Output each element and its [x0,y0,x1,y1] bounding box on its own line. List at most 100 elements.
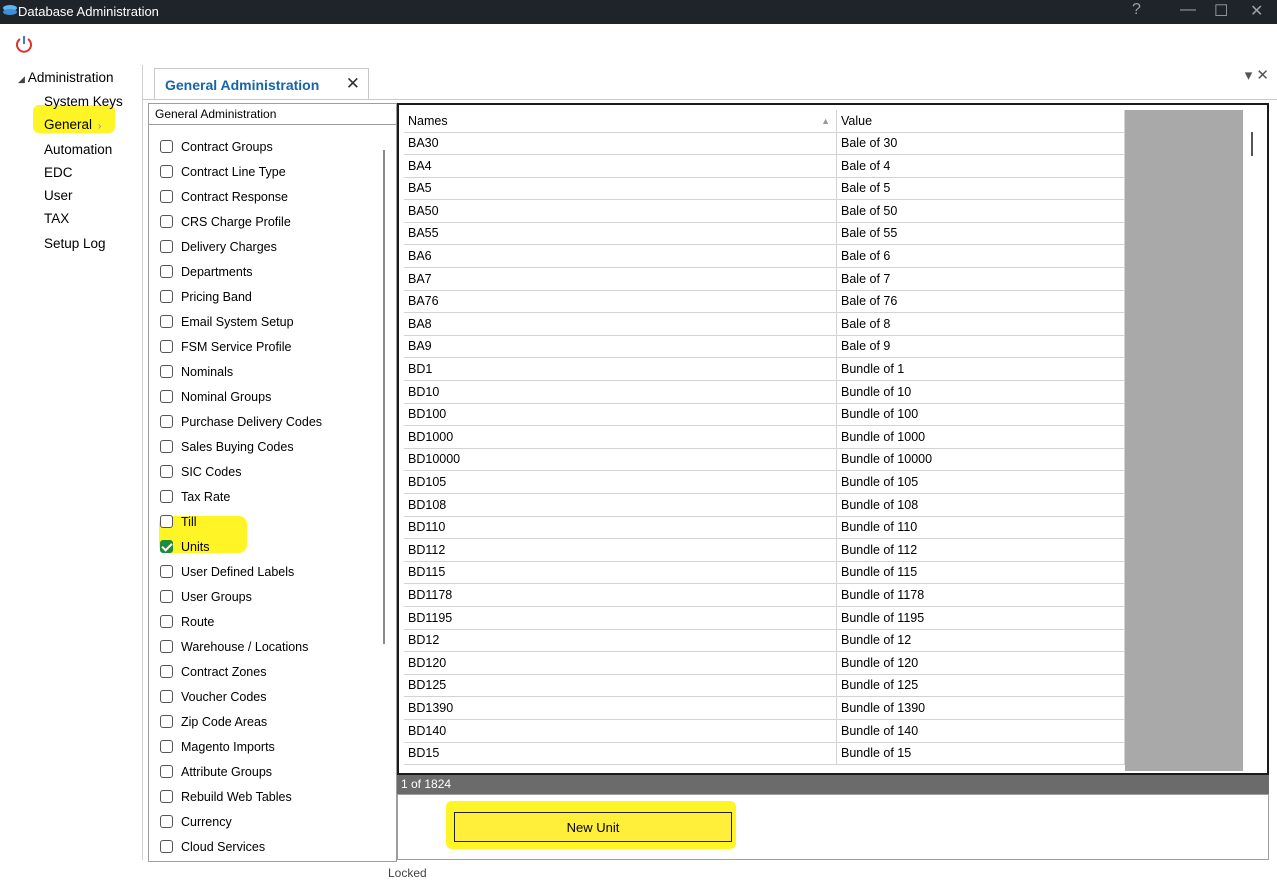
list-item[interactable]: Delivery Charges [160,234,380,259]
checkbox[interactable] [160,165,173,178]
list-item[interactable]: Purchase Delivery Codes [160,409,380,434]
new-unit-button[interactable]: New Unit [454,812,732,842]
checkbox[interactable] [160,665,173,678]
list-item[interactable]: CRS Charge Profile [160,209,380,234]
checkbox[interactable] [160,265,173,278]
list-item[interactable]: Zip Code Areas [160,709,380,734]
list-item[interactable]: Rebuild Web Tables [160,784,380,809]
checkbox[interactable] [160,290,173,303]
list-item[interactable]: Sales Buying Codes [160,434,380,459]
checkbox[interactable] [160,490,173,503]
list-item[interactable]: Contract Zones [160,659,380,684]
checkbox[interactable] [160,415,173,428]
nav-item-general[interactable]: General › [44,114,101,136]
list-item[interactable]: Pricing Band [160,284,380,309]
table-row[interactable]: BA9 Bale of 9 [404,335,1125,359]
list-item[interactable]: Magento Imports [160,734,380,759]
table-row[interactable]: BD1390 Bundle of 1390 [404,697,1125,720]
list-item[interactable]: Cloud Services [160,834,380,859]
table-row[interactable]: BD100 Bundle of 100 [404,403,1125,427]
checkbox[interactable] [160,515,173,528]
table-row[interactable]: BD120 Bundle of 120 [404,651,1125,675]
list-item[interactable]: FSM Service Profile [160,334,380,359]
help-button[interactable]: ? [1132,1,1141,19]
checkbox[interactable] [160,340,173,353]
table-row[interactable]: BA8 Bale of 8 [404,312,1125,336]
nav-item-user[interactable]: User [44,185,73,207]
checkbox[interactable] [160,765,173,778]
checkbox[interactable] [160,815,173,828]
list-item[interactable]: Till [160,509,380,534]
list-item[interactable]: Nominal Groups [160,384,380,409]
checkbox[interactable] [160,540,173,553]
minimize-button[interactable]: — [1180,1,1196,19]
checkbox[interactable] [160,715,173,728]
list-item[interactable]: Attribute Groups [160,759,380,784]
checkbox[interactable] [160,790,173,803]
nav-item-edc[interactable]: EDC [44,162,73,184]
column-header-names[interactable]: Names ▲ [404,110,837,132]
checkbox[interactable] [160,590,173,603]
list-item[interactable]: Contract Groups [160,134,380,159]
column-header-value[interactable]: Value [837,110,1125,132]
checkbox[interactable] [160,240,173,253]
nav-item-system-keys[interactable]: System Keys [44,91,123,113]
list-item[interactable]: Email System Setup [160,309,380,334]
checkbox[interactable] [160,190,173,203]
checkbox[interactable] [160,690,173,703]
pane-controls[interactable]: ▾ ✕ [1245,66,1269,84]
table-row[interactable]: BA7 Bale of 7 [404,267,1125,291]
tab-close-icon[interactable]: ✕ [346,74,360,94]
checkbox[interactable] [160,615,173,628]
table-row[interactable]: BD12 Bundle of 12 [404,629,1125,653]
checkbox[interactable] [160,315,173,328]
checkbox[interactable] [160,215,173,228]
table-row[interactable]: BD105 Bundle of 105 [404,471,1125,494]
table-row[interactable]: BD115 Bundle of 115 [404,561,1125,585]
checkbox[interactable] [160,565,173,578]
power-icon[interactable] [14,34,34,54]
list-item[interactable]: User Defined Labels [160,559,380,584]
table-row[interactable]: BA76 Bale of 76 [404,290,1125,314]
table-row[interactable]: BD1178 Bundle of 1178 [404,584,1125,607]
checkbox[interactable] [160,465,173,478]
list-item[interactable]: Voucher Codes [160,684,380,709]
grid-scrollbar-thumb[interactable] [1251,132,1253,156]
checkbox[interactable] [160,365,173,378]
list-item[interactable]: Warehouse / Locations [160,634,380,659]
maximize-button[interactable]: ☐ [1214,1,1228,21]
table-row[interactable]: BD108 Bundle of 108 [404,493,1125,517]
table-row[interactable]: BD10000 Bundle of 10000 [404,448,1125,472]
list-item[interactable]: Currency [160,809,380,834]
list-item[interactable]: Contract Response [160,184,380,209]
nav-root-administration[interactable]: ◢ Administration [18,70,113,85]
list-item[interactable]: Contract Line Type [160,159,380,184]
list-item[interactable]: Tax Rate [160,484,380,509]
table-row[interactable]: BA4 Bale of 4 [404,154,1125,178]
table-row[interactable]: BD1000 Bundle of 1000 [404,425,1125,449]
nav-item-automation[interactable]: Automation [44,139,112,161]
close-window-button[interactable]: ✕ [1250,1,1263,21]
table-row[interactable]: BA5 Bale of 5 [404,177,1125,201]
list-item[interactable]: User Groups [160,584,380,609]
table-row[interactable]: BA6 Bale of 6 [404,245,1125,268]
nav-item-tax[interactable]: TAX [44,208,69,230]
table-row[interactable]: BD110 Bundle of 110 [404,516,1125,540]
table-row[interactable]: BA55 Bale of 55 [404,222,1125,246]
table-row[interactable]: BA30 Bale of 30 [404,132,1125,155]
table-row[interactable]: BD15 Bundle of 15 [404,742,1125,766]
checkbox[interactable] [160,140,173,153]
checkbox[interactable] [160,740,173,753]
checkbox[interactable] [160,640,173,653]
collapse-triangle-icon[interactable]: ◢ [18,74,25,84]
checkbox[interactable] [160,440,173,453]
table-row[interactable]: BD125 Bundle of 125 [404,674,1125,698]
list-scrollbar[interactable] [383,150,385,644]
list-item[interactable]: SIC Codes [160,459,380,484]
table-row[interactable]: BD1195 Bundle of 1195 [404,606,1125,630]
table-row[interactable]: BA50 Bale of 50 [404,199,1125,223]
checkbox[interactable] [160,840,173,853]
table-row[interactable]: BD10 Bundle of 10 [404,380,1125,404]
list-item[interactable]: Units [160,534,380,559]
table-row[interactable]: BD1 Bundle of 1 [404,358,1125,381]
